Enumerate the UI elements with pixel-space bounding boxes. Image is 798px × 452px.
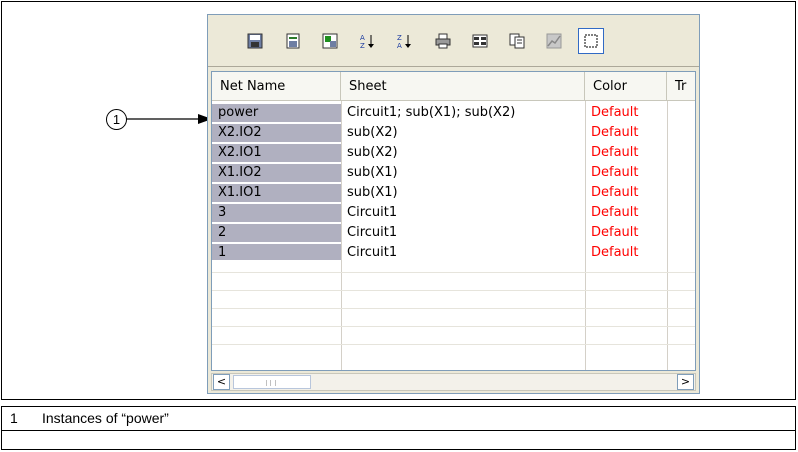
sheet-cell[interactable]: Circuit1; sub(X1); sub(X2)	[341, 104, 585, 122]
table-row[interactable]: 1 Circuit1 Default	[212, 244, 695, 260]
color-cell[interactable]: Default	[585, 124, 667, 142]
sort-descending-button[interactable]: ZA	[391, 28, 417, 54]
caption-text: Instances of “power”	[42, 410, 169, 426]
svg-text:A: A	[397, 42, 402, 49]
caption-number: 1	[10, 410, 18, 426]
color-cell[interactable]: Default	[585, 144, 667, 162]
table-row[interactable]: X1.IO1 sub(X1) Default	[212, 184, 695, 202]
net-name-cell[interactable]: X2.IO1	[212, 144, 341, 162]
scroll-left-button[interactable]: <	[213, 374, 230, 390]
save-button[interactable]	[242, 28, 268, 54]
color-cell[interactable]: Default	[585, 164, 667, 182]
save-as-button[interactable]	[280, 28, 306, 54]
callout-marker: 1	[106, 109, 127, 130]
grid-header: Net Name Sheet Color Tr	[212, 72, 695, 101]
horizontal-scrollbar[interactable]: < >	[211, 373, 696, 391]
scroll-right-button[interactable]: >	[677, 374, 694, 390]
table-row[interactable]: 3 Circuit1 Default	[212, 204, 695, 222]
net-name-cell[interactable]: X1.IO2	[212, 164, 341, 182]
grip-icon	[266, 380, 276, 386]
sheet-cell[interactable]: sub(X1)	[341, 164, 585, 182]
columns-button[interactable]	[467, 28, 493, 54]
spreadsheet-window: AZ ZA Net Name Sheet Color Tr power Circ…	[207, 14, 700, 394]
copy-button[interactable]	[504, 28, 530, 54]
callout-arrow	[126, 114, 212, 124]
table-row[interactable]: X2.IO2 sub(X2) Default	[212, 124, 695, 142]
export-excel-button[interactable]	[317, 28, 343, 54]
svg-text:Z: Z	[360, 42, 365, 49]
column-header-net-name[interactable]: Net Name	[212, 72, 341, 100]
data-grid[interactable]: Net Name Sheet Color Tr power Circuit1; …	[211, 71, 696, 371]
sort-ascending-icon: AZ	[360, 34, 374, 49]
table-row[interactable]: 2 Circuit1 Default	[212, 224, 695, 242]
graph-button[interactable]	[541, 28, 567, 54]
sort-ascending-button[interactable]: AZ	[354, 28, 380, 54]
scroll-thumb[interactable]	[233, 375, 311, 389]
svg-text:A: A	[360, 34, 365, 42]
sheet-cell[interactable]: Circuit1	[341, 204, 585, 222]
select-all-icon	[584, 34, 598, 48]
color-cell[interactable]: Default	[585, 184, 667, 202]
table-row[interactable]: X2.IO1 sub(X2) Default	[212, 144, 695, 162]
caption-row: 1 Instances of “power”	[2, 407, 795, 431]
table-row[interactable]: X1.IO2 sub(X1) Default	[212, 164, 695, 182]
row-divider	[212, 308, 695, 309]
net-name-cell[interactable]: power	[212, 104, 341, 122]
save-as-icon	[286, 33, 300, 49]
color-cell[interactable]: Default	[585, 204, 667, 222]
print-button[interactable]	[430, 28, 456, 54]
export-excel-icon	[322, 33, 338, 49]
copy-icon	[509, 33, 525, 49]
color-cell[interactable]: Default	[585, 104, 667, 122]
net-name-cell[interactable]: 3	[212, 204, 341, 222]
net-name-cell[interactable]: X2.IO2	[212, 124, 341, 142]
select-all-button[interactable]	[578, 28, 604, 54]
sheet-cell[interactable]: sub(X2)	[341, 124, 585, 142]
figure-frame: 1 AZ ZA Net Name Sheet Color Tr power Ci…	[1, 1, 796, 400]
caption-table: 1 Instances of “power”	[1, 406, 796, 450]
row-divider	[212, 326, 695, 327]
save-icon	[247, 33, 263, 49]
sheet-cell[interactable]: Circuit1	[341, 224, 585, 242]
sheet-cell[interactable]: Circuit1	[341, 244, 585, 260]
row-divider	[212, 272, 695, 273]
column-header-tr[interactable]: Tr	[667, 72, 695, 100]
sheet-cell[interactable]: sub(X1)	[341, 184, 585, 202]
toolbar: AZ ZA	[208, 15, 699, 67]
sort-descending-icon: ZA	[397, 34, 411, 49]
row-divider	[212, 344, 695, 345]
svg-text:Z: Z	[397, 34, 402, 42]
net-name-cell[interactable]: 1	[212, 244, 341, 260]
color-cell[interactable]: Default	[585, 224, 667, 242]
columns-icon	[472, 34, 488, 48]
color-cell[interactable]: Default	[585, 244, 667, 260]
row-divider	[212, 290, 695, 291]
column-header-sheet[interactable]: Sheet	[341, 72, 585, 100]
net-name-cell[interactable]: X1.IO1	[212, 184, 341, 202]
graph-icon	[546, 33, 562, 49]
net-name-cell[interactable]: 2	[212, 224, 341, 242]
table-row[interactable]: power Circuit1; sub(X1); sub(X2) Default	[212, 104, 695, 122]
print-icon	[435, 33, 451, 49]
sheet-cell[interactable]: sub(X2)	[341, 144, 585, 162]
column-header-color[interactable]: Color	[585, 72, 667, 100]
